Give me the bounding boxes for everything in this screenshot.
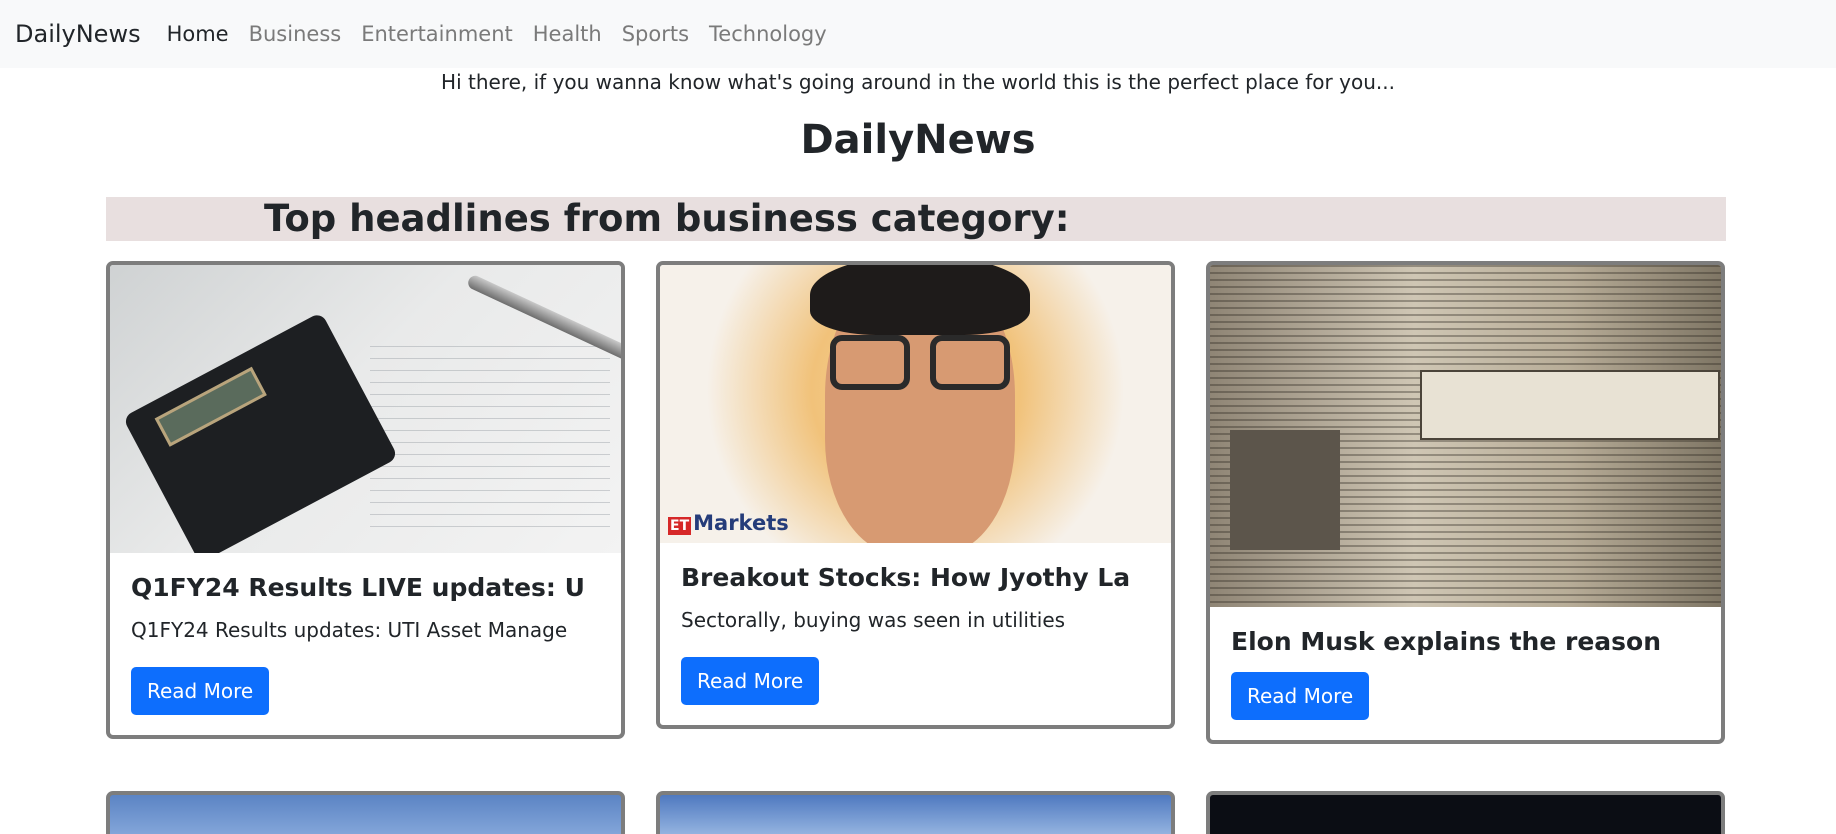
portrait-illustration-image: ET Markets [660, 265, 1171, 543]
news-card-partial [656, 791, 1175, 834]
news-card: ET Markets Breakout Stocks: How Jyothy La… [656, 261, 1175, 729]
card-body: Breakout Stocks: How Jyothy La Sectorall… [660, 543, 1171, 725]
section-heading: Top headlines from business category: [264, 197, 1070, 240]
card-description: Sectorally, buying was seen in utilities [681, 608, 1066, 632]
card-body: Q1FY24 Results LIVE updates: U Q1FY24 Re… [110, 553, 621, 735]
calculator-shape [122, 311, 399, 553]
news-card-partial [106, 791, 625, 834]
nav-home[interactable]: Home [167, 22, 229, 46]
nav-business[interactable]: Business [249, 22, 342, 46]
et-markets-logo: ET Markets [668, 511, 789, 535]
news-card: Q1FY24 Results LIVE updates: U Q1FY24 Re… [106, 261, 625, 739]
newspaper-image [1210, 265, 1721, 607]
card-description: Q1FY24 Results updates: UTI Asset Manage [131, 618, 568, 642]
calculator-paper-image [110, 265, 621, 553]
read-more-button[interactable]: Read More [681, 657, 820, 705]
card-title: Breakout Stocks: How Jyothy La [681, 563, 1131, 592]
nav-entertainment[interactable]: Entertainment [361, 22, 513, 46]
nav-technology[interactable]: Technology [709, 22, 827, 46]
card-title: Q1FY24 Results LIVE updates: U [131, 573, 585, 602]
news-card: Elon Musk explains the reason Read More [1206, 261, 1725, 744]
read-more-button[interactable]: Read More [1231, 672, 1370, 720]
card-body: Elon Musk explains the reason Read More [1210, 607, 1721, 740]
news-card-partial [1206, 791, 1725, 834]
nav-sports[interactable]: Sports [622, 22, 689, 46]
card-title: Elon Musk explains the reason [1231, 627, 1661, 656]
brand-link[interactable]: DailyNews [15, 20, 141, 48]
top-navbar: DailyNews Home Business Entertainment He… [0, 0, 1836, 68]
welcome-tagline: Hi there, if you wanna know what's going… [441, 70, 1395, 94]
read-more-button[interactable]: Read More [131, 667, 270, 715]
page-title: DailyNews [800, 117, 1036, 163]
nav-health[interactable]: Health [533, 22, 602, 46]
section-header-bar: Top headlines from business category: [106, 197, 1726, 241]
